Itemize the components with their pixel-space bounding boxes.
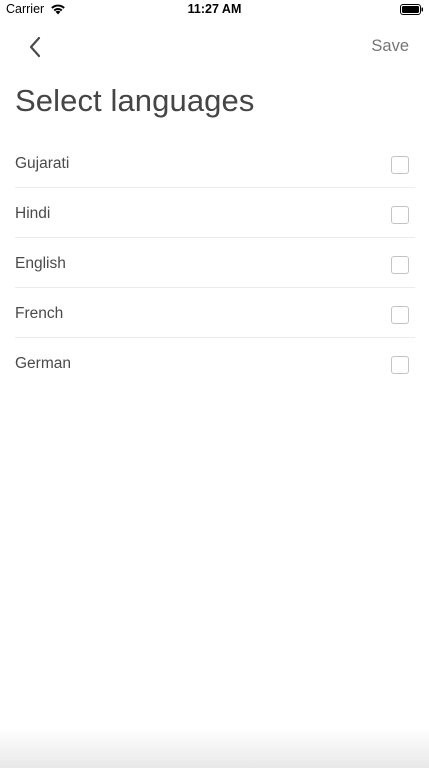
list-item-gujarati[interactable]: Gujarati bbox=[15, 138, 415, 188]
list-item-french[interactable]: French bbox=[15, 288, 415, 338]
checkbox[interactable] bbox=[391, 256, 409, 274]
checkbox[interactable] bbox=[391, 356, 409, 374]
list-item-german[interactable]: German bbox=[15, 338, 415, 388]
back-button[interactable] bbox=[24, 34, 48, 60]
chevron-left-icon bbox=[29, 36, 41, 58]
language-label: Gujarati bbox=[15, 155, 70, 172]
list-item-english[interactable]: English bbox=[15, 238, 415, 288]
language-label: French bbox=[15, 305, 64, 322]
status-time: 11:27 AM bbox=[187, 2, 242, 16]
nav-bar: Save bbox=[0, 28, 429, 68]
language-select-screen: Carrier 11:27 AM Save Select languages G… bbox=[0, 0, 429, 768]
list-item-hindi[interactable]: Hindi bbox=[15, 188, 415, 238]
language-label: German bbox=[15, 355, 71, 372]
language-list: Gujarati Hindi English French German bbox=[15, 138, 415, 388]
page-title: Select languages bbox=[15, 83, 255, 118]
language-label: English bbox=[15, 255, 66, 272]
save-button[interactable]: Save bbox=[371, 37, 409, 56]
status-bar: Carrier 11:27 AM bbox=[0, 0, 429, 20]
battery-icon bbox=[400, 4, 423, 15]
checkbox[interactable] bbox=[391, 206, 409, 224]
checkbox[interactable] bbox=[391, 306, 409, 324]
checkbox[interactable] bbox=[391, 156, 409, 174]
bottom-fade bbox=[0, 728, 429, 768]
language-label: Hindi bbox=[15, 205, 51, 222]
